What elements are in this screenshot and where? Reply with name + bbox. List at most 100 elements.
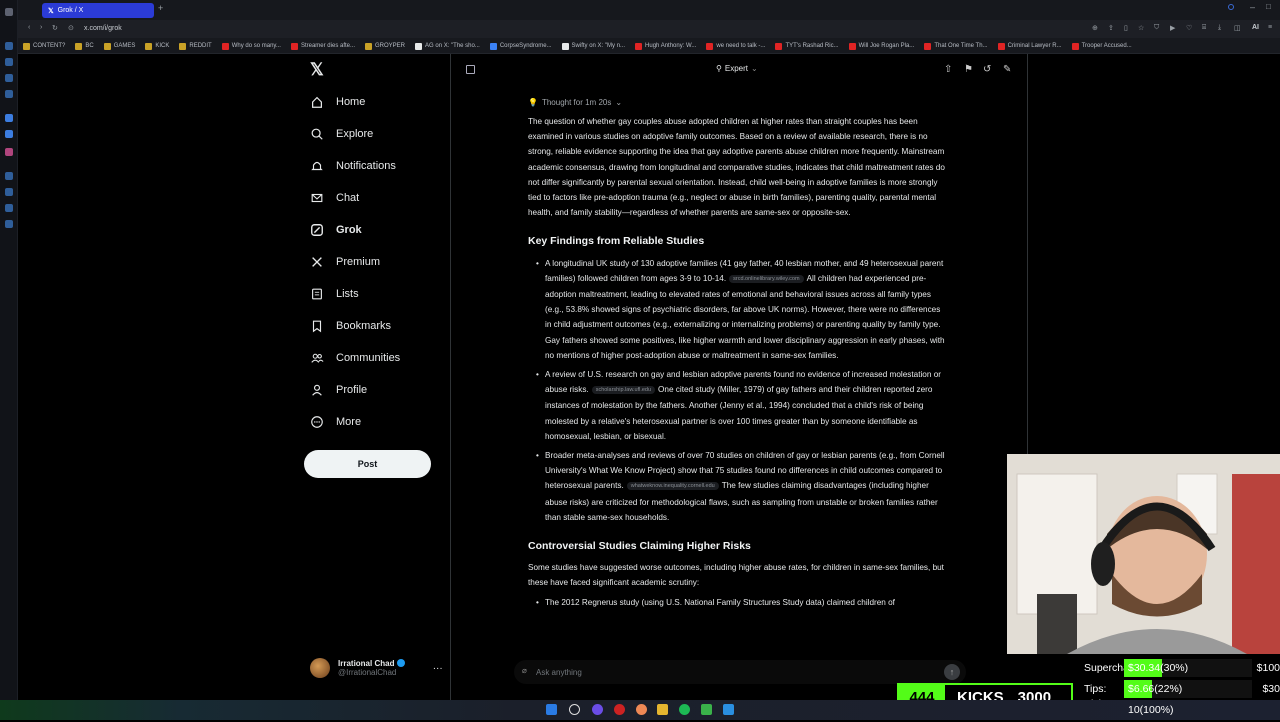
nav-item-explore[interactable]: Explore <box>310 127 373 141</box>
back-icon[interactable]: ‹ <box>28 24 30 31</box>
folder-icon[interactable] <box>657 704 668 715</box>
download-icon[interactable]: ⤓ <box>1218 24 1221 32</box>
app-icon[interactable] <box>5 58 13 66</box>
address-bar: ‹ › ↻ ⊙ x.com/i/grok ⊕ ⇪ ▯ ☆ ⛉ ▶ ♡ ⌸ ⤓ ◫… <box>18 20 1280 38</box>
bookmark-item[interactable]: REDDIT <box>174 38 216 53</box>
app-icon[interactable] <box>5 90 13 98</box>
app-icon[interactable] <box>5 188 13 196</box>
nav-item-communities[interactable]: Communities <box>310 351 400 365</box>
extensions-icon[interactable]: ▶ <box>1170 24 1175 32</box>
x-logo-icon[interactable]: 𝕏 <box>310 60 324 80</box>
bookmark-item[interactable]: KICK <box>140 38 174 53</box>
app-icon[interactable] <box>5 42 13 50</box>
nav-item-home[interactable]: Home <box>310 95 365 109</box>
history-icon[interactable]: ↺ <box>983 64 991 75</box>
shield-icon[interactable]: ⛉ <box>1154 24 1159 32</box>
browser-icon[interactable] <box>636 704 647 715</box>
bookmark-item[interactable]: GROYPER <box>360 38 410 53</box>
app-icon[interactable] <box>701 704 712 715</box>
camera-icon[interactable]: ◫ <box>1234 24 1241 32</box>
account-switcher[interactable]: Irrational Chad @IrrationalChad ··· <box>310 658 443 678</box>
attach-icon[interactable]: ⌀ <box>522 666 527 675</box>
ai-icon[interactable]: AI <box>1252 24 1259 31</box>
bookmark-item[interactable]: TYT's Rashad Ric... <box>770 38 843 53</box>
ask-input[interactable]: ⌀ Ask anything ↑ <box>514 660 966 684</box>
app-icon[interactable] <box>5 130 13 138</box>
nav-item-profile[interactable]: Profile <box>310 383 367 397</box>
post-button[interactable]: Post <box>304 450 431 478</box>
chevron-down-icon: ⌄ <box>750 64 758 73</box>
people-icon <box>311 353 324 363</box>
zoom-icon[interactable]: ⊕ <box>1092 24 1098 32</box>
bookmark-item[interactable]: Why do so many... <box>217 38 286 53</box>
mode-selector[interactable]: ⚲ Expert ⌄ <box>716 64 758 73</box>
lightbulb-icon: 💡 <box>528 98 538 108</box>
spotify-icon[interactable] <box>679 704 690 715</box>
bookmark-item[interactable]: CorpseSyndrome... <box>485 38 557 53</box>
app-icon[interactable] <box>5 220 13 228</box>
bookmark-item[interactable]: Criminal Lawyer R... <box>993 38 1067 53</box>
app-icon[interactable] <box>723 704 734 715</box>
app-icon[interactable] <box>5 204 13 212</box>
url-field[interactable]: x.com/i/grok <box>84 25 122 32</box>
nav-item-lists[interactable]: Lists <box>310 287 359 301</box>
send-icon[interactable]: ↑ <box>944 664 960 680</box>
bookmark-item[interactable]: GAMES <box>99 38 141 53</box>
nav-item-more[interactable]: More <box>310 415 361 429</box>
app-icon[interactable] <box>592 704 603 715</box>
nav-item-grok[interactable]: Grok <box>310 223 362 237</box>
maximize-icon[interactable]: □ <box>1266 2 1271 11</box>
bookmark-item[interactable]: AG on X: "The sho... <box>410 38 485 53</box>
extension-icon[interactable] <box>1228 4 1234 10</box>
bookmark-item[interactable]: Trooper Accused... <box>1067 38 1137 53</box>
library-icon[interactable]: ⌸ <box>1202 24 1206 32</box>
citation-chip[interactable]: srcd.onlinelibrary.wiley.com <box>729 274 804 283</box>
app-icon[interactable] <box>5 74 13 82</box>
reload-icon[interactable]: ↻ <box>52 24 58 32</box>
bookmark-item[interactable]: Streamer dies afte... <box>286 38 360 53</box>
bookmark-item[interactable]: Hugh Anthony: W... <box>630 38 701 53</box>
nav-label: Explore <box>336 128 374 140</box>
bookmark-item[interactable]: we need to talk -... <box>701 38 770 53</box>
section-heading: Controversial Studies Claiming Higher Ri… <box>528 540 751 553</box>
nav-item-chat[interactable]: Chat <box>310 191 359 205</box>
citation-chip[interactable]: scholarship.law.ufl.edu <box>591 386 656 395</box>
app-icon[interactable] <box>5 8 13 16</box>
bookmark-item[interactable]: That One Time Th... <box>919 38 992 53</box>
search-icon[interactable] <box>569 704 580 715</box>
forward-icon[interactable]: › <box>40 24 42 31</box>
thought-toggle[interactable]: 💡 Thought for 1m 20s ⌄ <box>528 96 948 110</box>
app-icon[interactable] <box>614 704 625 715</box>
new-tab-icon[interactable]: + <box>158 3 163 13</box>
more-dots-icon[interactable]: ··· <box>433 663 443 674</box>
minimize-icon[interactable]: – <box>1250 2 1255 12</box>
site-info-icon[interactable]: ⊙ <box>68 24 74 32</box>
expand-icon[interactable] <box>466 65 475 74</box>
bookmark-label: Will Joe Rogan Pla... <box>858 43 915 49</box>
bookmark-label: Hugh Anthony: W... <box>645 43 697 49</box>
x-favicon-icon: 𝕏 <box>48 7 54 15</box>
new-chat-icon[interactable]: ✎ <box>1003 64 1011 75</box>
tab-grok[interactable]: 𝕏 Grok / X <box>42 3 154 18</box>
app-icon[interactable] <box>5 148 13 156</box>
bookmark-favicon-icon <box>23 42 30 50</box>
windows-start-icon[interactable] <box>546 704 557 715</box>
bookmark-star-icon[interactable]: ☆ <box>1138 24 1144 32</box>
nav-item-bookmarks[interactable]: Bookmarks <box>310 319 391 333</box>
nav-item-notifications[interactable]: Notifications <box>310 159 396 173</box>
citation-chip[interactable]: whatweknow.inequality.cornell.edu <box>626 482 719 491</box>
page-icon[interactable]: ▯ <box>1124 24 1128 32</box>
chevron-down-icon: ⌄ <box>615 98 623 108</box>
bookmark-item[interactable]: Will Joe Rogan Pla... <box>844 38 920 53</box>
app-icon[interactable] <box>5 172 13 180</box>
share-icon[interactable]: ⇧ <box>944 64 952 75</box>
nav-item-premium[interactable]: Premium <box>310 255 380 269</box>
app-icon[interactable] <box>5 114 13 122</box>
bookmark-item[interactable]: CONTENT? <box>18 38 70 53</box>
heart-icon[interactable]: ♡ <box>1186 24 1192 32</box>
share-icon[interactable]: ⇪ <box>1108 24 1114 32</box>
bookmark-icon[interactable]: ⚑ <box>964 64 973 75</box>
bookmark-item[interactable]: BC <box>70 38 98 53</box>
menu-icon[interactable]: ≡ <box>1268 24 1272 31</box>
bookmark-item[interactable]: Swifty on X: "My n... <box>557 38 630 53</box>
